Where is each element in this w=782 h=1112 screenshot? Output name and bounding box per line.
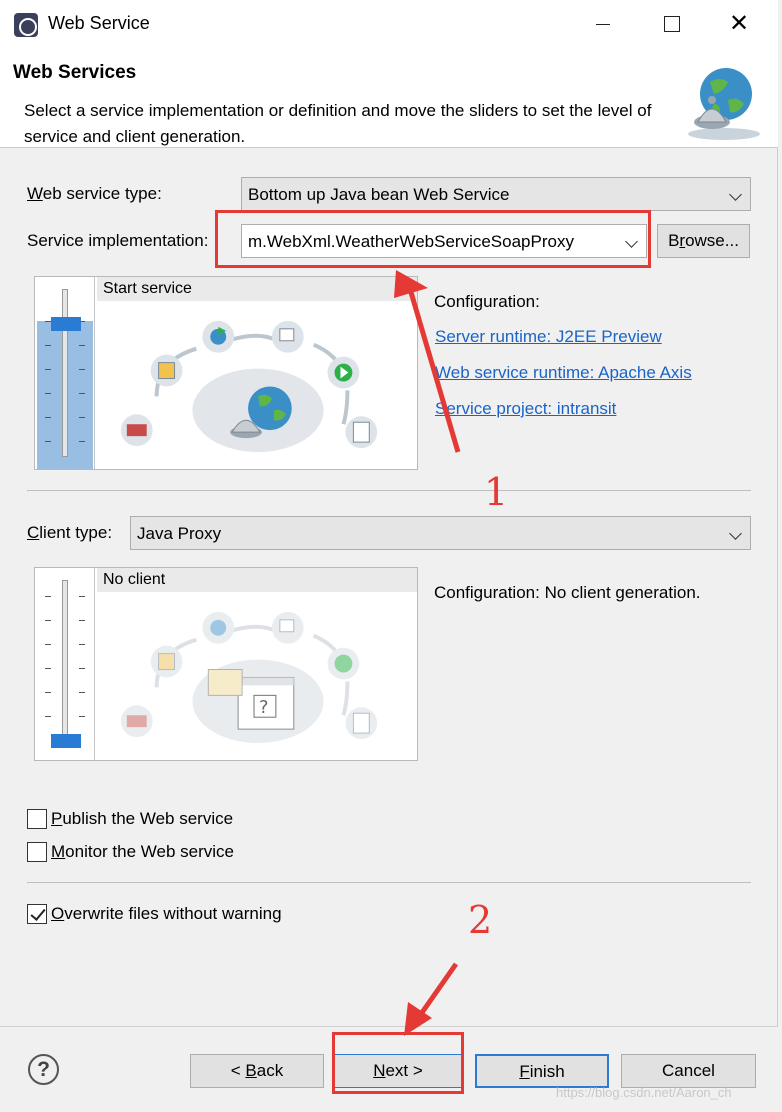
wizard-banner: Web Services Select a service implementa…	[0, 48, 778, 148]
slider-tick	[79, 417, 85, 418]
client-slider-thumb[interactable]	[51, 734, 81, 748]
publish-label: Publish the Web service	[51, 809, 234, 828]
chevron-down-icon	[729, 527, 742, 540]
slider-tick	[45, 345, 51, 346]
title-bar: Web Service ✕	[0, 0, 778, 48]
slider-tick	[79, 345, 85, 346]
slider-tick	[45, 441, 51, 442]
help-icon[interactable]: ?	[28, 1054, 59, 1085]
web-service-dialog: Web Service ✕ Web Services Select a serv…	[0, 0, 778, 1112]
slider-tick	[45, 369, 51, 370]
monitor-checkbox[interactable]	[27, 842, 47, 862]
web-service-type-value: Bottom up Java bean Web Service	[248, 185, 510, 204]
cancel-button[interactable]: Cancel	[621, 1054, 756, 1088]
service-implementation-label: Service implementation:	[27, 231, 209, 250]
finish-button[interactable]: Finish	[475, 1054, 609, 1088]
slider-tick	[45, 417, 51, 418]
slider-tick	[45, 668, 51, 669]
client-type-value: Java Proxy	[137, 524, 222, 543]
slider-tick	[79, 393, 85, 394]
watermark: https://blog.csdn.net/Aaron_ch	[556, 1085, 732, 1100]
annotation-box-service-implementation	[215, 210, 651, 268]
slider-tick	[45, 596, 51, 597]
service-level-slider[interactable]	[35, 277, 95, 469]
close-button[interactable]: ✕	[724, 10, 754, 38]
window-title: Web Service	[48, 13, 150, 33]
slider-tick	[79, 596, 85, 597]
slider-tick	[79, 369, 85, 370]
eclipse-icon	[14, 13, 38, 37]
chevron-down-icon	[729, 188, 742, 201]
client-level-panel: No client ?	[34, 567, 418, 761]
slider-tick	[79, 644, 85, 645]
svg-text:?: ?	[259, 697, 269, 718]
slider-tick	[45, 620, 51, 621]
web-service-type-label: Web service type:	[27, 184, 162, 203]
client-type-label: Client type:	[27, 523, 113, 542]
browse-button[interactable]: Browse...	[657, 224, 750, 258]
slider-tick	[45, 716, 51, 717]
client-slider-groove	[62, 580, 68, 748]
service-level-panel: Start service	[34, 276, 418, 470]
service-slider-thumb[interactable]	[51, 317, 81, 331]
client-level-slider[interactable]	[35, 568, 95, 760]
separator	[27, 490, 751, 491]
maximize-button[interactable]	[656, 10, 686, 38]
slider-tick	[45, 393, 51, 394]
slider-tick	[45, 644, 51, 645]
page-title: Web Services	[13, 62, 137, 83]
separator	[27, 882, 751, 883]
publish-checkbox[interactable]	[27, 809, 47, 829]
annotation-number-two: 2	[468, 898, 493, 942]
client-configuration-text: Configuration: No client generation.	[434, 583, 701, 602]
monitor-label: Monitor the Web service	[51, 842, 234, 861]
annotation-number-one: 1	[484, 470, 509, 514]
back-button[interactable]: < Back	[190, 1054, 324, 1088]
slider-tick	[79, 692, 85, 693]
annotation-arrow-up	[394, 270, 461, 453]
slider-tick	[79, 441, 85, 442]
minimize-button[interactable]	[588, 10, 618, 38]
slider-tick	[45, 692, 51, 693]
web-service-type-combo[interactable]: Bottom up Java bean Web Service	[241, 177, 751, 211]
service-level-label: Start service	[97, 277, 417, 301]
slider-tick	[79, 620, 85, 621]
client-lifecycle-illustration: ?	[120, 611, 378, 744]
page-description: Select a service implementation or defin…	[24, 101, 652, 146]
client-level-label: No client	[97, 568, 417, 592]
annotation-box-next	[332, 1032, 464, 1094]
overwrite-checkbox[interactable]	[27, 904, 47, 924]
overwrite-label: Overwrite files without warning	[51, 904, 282, 923]
slider-tick	[79, 668, 85, 669]
slider-tick	[79, 716, 85, 717]
service-lifecycle-illustration	[120, 320, 378, 453]
web-services-globe-icon	[688, 68, 760, 140]
client-type-combo[interactable]: Java Proxy	[130, 516, 751, 550]
annotation-arrow-down	[404, 962, 459, 1036]
service-slider-groove	[62, 289, 68, 457]
